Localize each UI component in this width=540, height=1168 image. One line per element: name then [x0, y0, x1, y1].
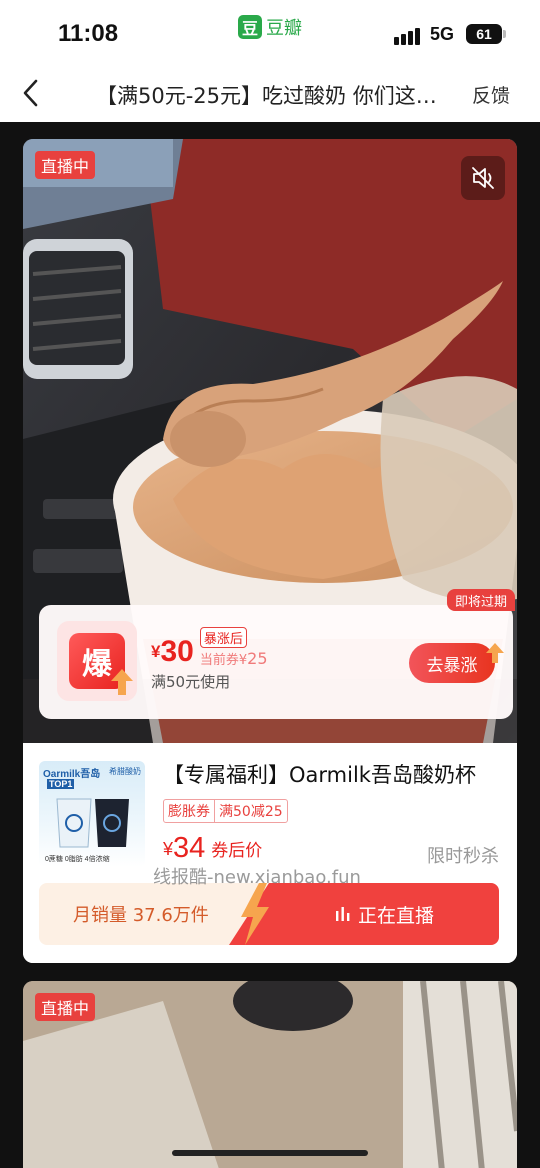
price-after-label: 券后价 [211, 841, 263, 861]
coupon-currency: ¥ [151, 642, 161, 661]
boom-icon-text: 爆 [82, 647, 112, 682]
coupon-value: 30 [160, 635, 194, 668]
signal-icon [394, 28, 420, 45]
product-price: ¥ 34 券后价 [163, 833, 262, 863]
go-surge-label: 去暴涨 [426, 655, 478, 676]
live-badge: 直播中 [35, 151, 96, 179]
go-surge-button[interactable]: 去暴涨 [409, 643, 504, 683]
thumb-brand: Oarmilk吾岛 [43, 769, 101, 780]
product-info[interactable]: Oarmilk吾岛 希腊酸奶 TOP1 0蔗糖 0脂肪 4倍浓缩 【专属福利】O… [23, 743, 517, 963]
live-product-card-2[interactable]: 直播中 [23, 981, 517, 1168]
thumb-sub: 希腊酸奶 [109, 767, 141, 776]
expire-badge: 即将过期 [446, 589, 515, 611]
watermark: 线报酷-new.xianbao.fun [153, 867, 361, 888]
network-label: 5G [430, 24, 455, 44]
coupon-price: ¥ 30 暴涨后 当前券¥25 [151, 627, 270, 668]
up-arrow-icon [111, 669, 133, 695]
flash-sale-label: 限时秒杀 [427, 846, 499, 867]
douban-logo-icon: 豆 [238, 15, 262, 39]
status-time: 11:08 [58, 20, 119, 47]
mute-icon[interactable] [461, 156, 505, 200]
live-now-label: 正在直播 [357, 904, 434, 927]
live-video-2[interactable] [23, 981, 517, 1168]
live-bars-icon [335, 907, 350, 921]
app-indicator: 豆 豆瓣 [238, 14, 302, 40]
back-icon[interactable] [18, 76, 46, 110]
lightning-icon [241, 883, 269, 945]
up-arrow-icon [486, 643, 504, 663]
live-product-card[interactable]: 直播中 即将过期 爆 ¥ 30 暴涨后 当前券¥25 满50元使用 去暴涨 Oa… [23, 139, 517, 963]
boom-icon-box: 爆 [57, 621, 137, 701]
current-coupon: 当前券¥25 [199, 649, 268, 668]
yogurt-cups-icon [56, 798, 129, 848]
thumb-foot: 0蔗糖 0脂肪 4倍浓缩 [45, 856, 110, 863]
coupon-panel: 即将过期 爆 ¥ 30 暴涨后 当前券¥25 满50元使用 去暴涨 [39, 589, 515, 719]
sales-live-bar[interactable]: 月销量 37.6万件 正在直播 [39, 883, 499, 945]
top-bar: 11:08 豆 豆瓣 5G 61 【满50元-25元】吃过酸奶 你们这个酸奶杯 … [0, 0, 540, 122]
price-value: 34 [173, 832, 206, 864]
product-thumbnail[interactable]: Oarmilk吾岛 希腊酸奶 TOP1 0蔗糖 0脂肪 4倍浓缩 [39, 761, 145, 867]
live-badge-2: 直播中 [35, 993, 96, 1021]
coupon-tags: 膨胀券 满50减25 [163, 799, 288, 823]
product-title[interactable]: 【专属福利】Oarmilk吾岛酸奶杯 [163, 759, 503, 789]
live-video[interactable]: 直播中 即将过期 爆 ¥ 30 暴涨后 当前券¥25 满50元使用 去暴涨 [23, 139, 517, 743]
feedback-button[interactable]: 反馈 [472, 81, 510, 108]
surge-badge: 暴涨后 [199, 627, 247, 648]
boom-icon: 爆 [69, 633, 133, 695]
thumb-top: TOP1 [47, 779, 75, 789]
coupon-condition: 满50元使用 [151, 673, 231, 691]
price-currency: ¥ [163, 839, 174, 859]
tag-discount: 满50减25 [214, 800, 287, 822]
battery-icon: 61 [466, 24, 506, 44]
tag-expand-coupon: 膨胀券 [168, 804, 210, 820]
page-title: 【满50元-25元】吃过酸奶 你们这个酸奶杯 [96, 84, 456, 108]
home-indicator [172, 1150, 368, 1156]
app-name: 豆瓣 [266, 18, 302, 39]
